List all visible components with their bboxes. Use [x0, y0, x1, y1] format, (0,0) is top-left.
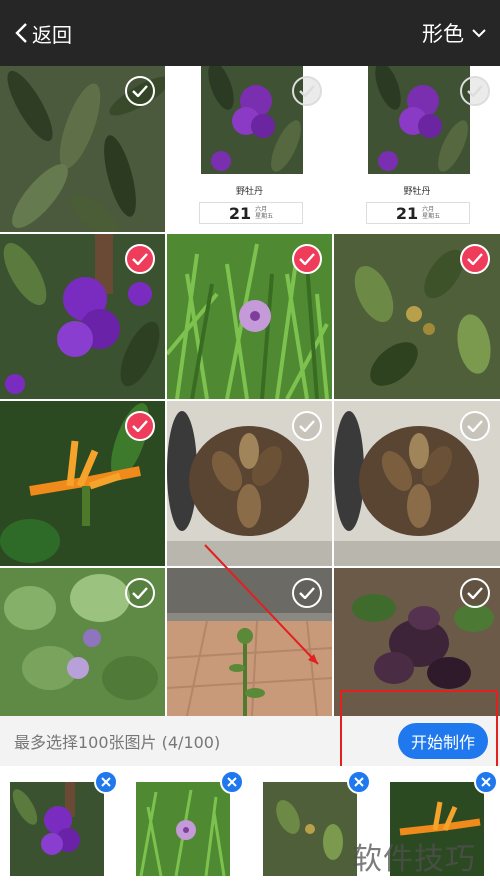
- close-icon: [354, 777, 364, 787]
- check-icon: [299, 85, 315, 97]
- check-icon: [467, 587, 483, 599]
- check-icon: [299, 587, 315, 599]
- style-label: 形色: [422, 22, 464, 46]
- photo-cell[interactable]: [167, 401, 332, 566]
- select-checkbox[interactable]: [125, 578, 155, 608]
- selection-count-text: 最多选择100张图片 (4/100): [14, 733, 221, 752]
- select-checkbox[interactable]: [460, 578, 490, 608]
- template-photo: [201, 66, 303, 174]
- thumb-shrub: [263, 782, 357, 876]
- select-checkbox-checked[interactable]: [125, 244, 155, 274]
- photo-cell[interactable]: [167, 568, 332, 716]
- check-icon: [299, 420, 315, 432]
- photo-cell[interactable]: [0, 66, 165, 232]
- photo-cell[interactable]: [334, 234, 500, 399]
- remove-thumbnail-button[interactable]: [474, 770, 498, 794]
- close-icon: [101, 777, 111, 787]
- selected-thumbnail[interactable]: [263, 782, 357, 876]
- check-icon: [467, 420, 483, 432]
- select-checkbox-checked[interactable]: [125, 411, 155, 441]
- template-month: 六月: [422, 206, 435, 213]
- template-month: 六月: [255, 206, 268, 213]
- check-icon: [467, 85, 483, 97]
- select-checkbox-checked[interactable]: [460, 244, 490, 274]
- template-day: 21: [395, 203, 419, 223]
- select-checkbox[interactable]: [292, 578, 322, 608]
- template-weekday: 星期五: [422, 213, 441, 220]
- style-dropdown[interactable]: 形色: [422, 18, 486, 48]
- template-date: 21 六月 星期五: [199, 202, 303, 224]
- template-date: 21 六月 星期五: [366, 202, 470, 224]
- back-label: 返回: [32, 22, 72, 47]
- thumb-grass-flower: [136, 782, 230, 876]
- check-icon: [467, 253, 483, 265]
- select-checkbox[interactable]: [125, 76, 155, 106]
- photo-cell[interactable]: [0, 234, 165, 399]
- selected-thumbnail[interactable]: [10, 782, 104, 876]
- photo-grid: 野牡丹 21 六月 星期五 野牡丹 21 六月 星期五: [0, 66, 500, 716]
- select-checkbox-checked[interactable]: [292, 244, 322, 274]
- chevron-left-icon: [15, 23, 27, 43]
- select-checkbox[interactable]: [460, 411, 490, 441]
- template-day: 21: [228, 203, 252, 223]
- annotation-highlight-box: [340, 690, 498, 768]
- template-photo: [368, 66, 470, 174]
- check-icon: [299, 253, 315, 265]
- select-checkbox[interactable]: [460, 76, 490, 106]
- template-card[interactable]: 野牡丹 21 六月 星期五: [167, 66, 332, 232]
- close-icon: [481, 777, 491, 787]
- check-icon: [132, 420, 148, 432]
- template-weekday: 星期五: [255, 213, 274, 220]
- remove-thumbnail-button[interactable]: [220, 770, 244, 794]
- select-checkbox[interactable]: [292, 76, 322, 106]
- thumb-purple-flower: [10, 782, 104, 876]
- chevron-down-icon: [472, 29, 486, 38]
- photo-cell[interactable]: [167, 234, 332, 399]
- photo-cell[interactable]: [334, 401, 500, 566]
- template-card[interactable]: 野牡丹 21 六月 星期五: [334, 66, 500, 232]
- close-icon: [227, 777, 237, 787]
- photo-cell[interactable]: [0, 568, 165, 716]
- check-icon: [132, 587, 148, 599]
- top-bar: 返回 形色: [0, 0, 500, 66]
- back-button[interactable]: 返回: [14, 19, 72, 48]
- template-plant-name: 野牡丹: [403, 187, 431, 197]
- remove-thumbnail-button[interactable]: [347, 770, 371, 794]
- template-plant-name: 野牡丹: [235, 187, 263, 197]
- check-icon: [132, 85, 148, 97]
- photo-cell[interactable]: [0, 401, 165, 566]
- selected-thumbnail[interactable]: [136, 782, 230, 876]
- check-icon: [132, 253, 148, 265]
- remove-thumbnail-button[interactable]: [94, 770, 118, 794]
- watermark-text: 软件技巧: [352, 842, 476, 877]
- select-checkbox[interactable]: [292, 411, 322, 441]
